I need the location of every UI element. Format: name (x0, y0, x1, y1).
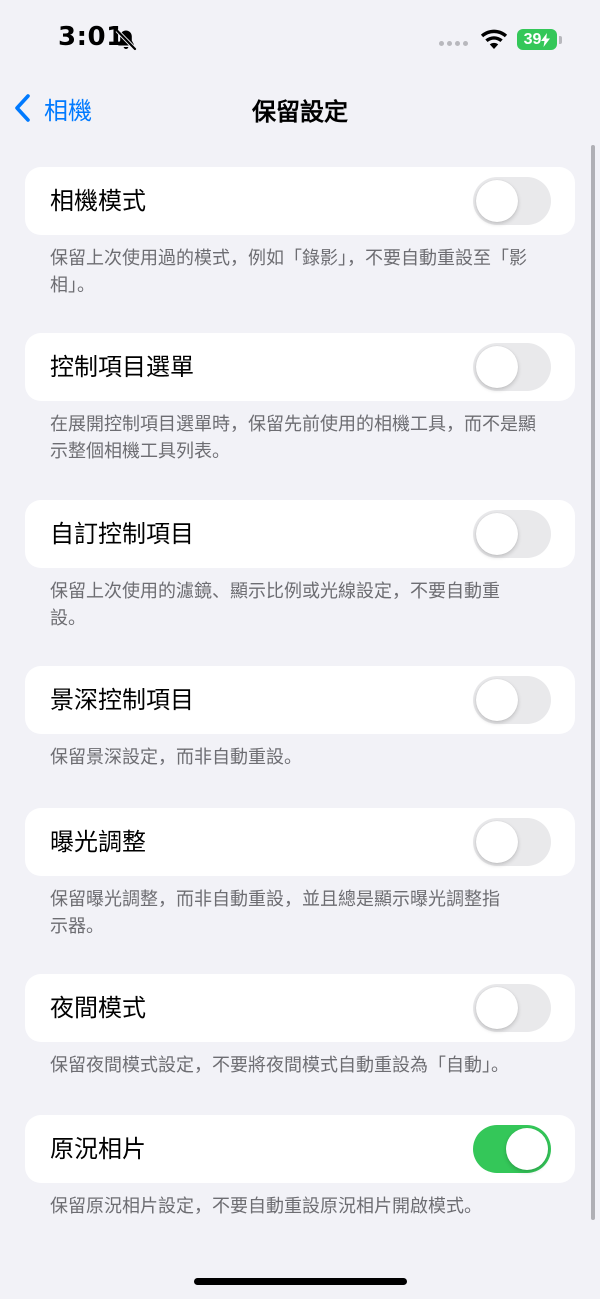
toggle-knob (506, 1128, 548, 1170)
setting-row-exposure-adjustment: 曝光調整 (25, 808, 575, 876)
setting-footer: 保留上次使用過的模式，例如「錄影」，不要自動重設至「影相」。 (50, 248, 527, 296)
setting-row-night-mode: 夜間模式 (25, 974, 575, 1042)
status-bar: 3:01 39 (0, 0, 600, 80)
setting-row-live-photo: 原況相片 (25, 1115, 575, 1183)
controls-menu-toggle[interactable] (473, 343, 551, 391)
setting-row-creative-controls: 自訂控制項目 (25, 500, 575, 568)
battery-tip (559, 36, 562, 44)
setting-group-exposure-adjustment: 曝光調整 保留曝光調整，而非自動重設，並且總是顯示曝光調整指示器。 (25, 808, 575, 940)
setting-group-camera-mode: 相機模式 保留上次使用過的模式，例如「錄影」，不要自動重設至「影相」。 (25, 167, 575, 299)
toggle-knob (476, 180, 518, 222)
live-photo-toggle[interactable] (473, 1125, 551, 1173)
setting-row-controls-menu: 控制項目選單 (25, 333, 575, 401)
toggle-knob (476, 821, 518, 863)
setting-row-camera-mode: 相機模式 (25, 167, 575, 235)
setting-group-depth-control: 景深控制項目 保留景深設定，而非自動重設。 (25, 666, 575, 771)
toggle-knob (476, 346, 518, 388)
setting-footer: 保留夜間模式設定，不要將夜間模式自動重設為「自動」。 (50, 1055, 509, 1076)
toggle-knob (476, 987, 518, 1029)
setting-label: 自訂控制項目 (50, 520, 194, 548)
toggle-knob (476, 513, 518, 555)
bell-slash-icon (115, 29, 137, 51)
creative-controls-toggle[interactable] (473, 510, 551, 558)
battery-level: 39 (523, 30, 542, 48)
toggle-knob (476, 679, 518, 721)
depth-control-toggle[interactable] (473, 676, 551, 724)
setting-footer: 保留上次使用的濾鏡、顯示比例或光線設定，不要自動重設。 (50, 581, 500, 629)
setting-group-creative-controls: 自訂控制項目 保留上次使用的濾鏡、顯示比例或光線設定，不要自動重設。 (25, 500, 575, 632)
battery-charging-icon: 39 (517, 29, 557, 50)
setting-footer: 保留曝光調整，而非自動重設，並且總是顯示曝光調整指示器。 (50, 889, 500, 937)
home-indicator[interactable] (194, 1278, 407, 1285)
wifi-icon (480, 29, 508, 49)
camera-mode-toggle[interactable] (473, 177, 551, 225)
setting-label: 相機模式 (50, 187, 146, 215)
setting-group-live-photo: 原況相片 保留原況相片設定，不要自動重設原況相片開啟模式。 (25, 1115, 575, 1220)
setting-label: 景深控制項目 (50, 686, 194, 714)
night-mode-toggle[interactable] (473, 984, 551, 1032)
scroll-indicator[interactable] (591, 145, 595, 1220)
exposure-adjustment-toggle[interactable] (473, 818, 551, 866)
setting-label: 夜間模式 (50, 994, 146, 1022)
page-title: 保留設定 (252, 98, 348, 126)
setting-group-night-mode: 夜間模式 保留夜間模式設定，不要將夜間模式自動重設為「自動」。 (25, 974, 575, 1079)
setting-label: 原況相片 (50, 1135, 146, 1163)
bolt-icon (541, 32, 551, 47)
setting-footer: 保留景深設定，而非自動重設。 (50, 747, 302, 768)
setting-row-depth-control: 景深控制項目 (25, 666, 575, 734)
setting-footer: 保留原況相片設定，不要自動重設原況相片開啟模式。 (50, 1196, 482, 1217)
setting-label: 曝光調整 (50, 828, 146, 856)
signal-dots-icon (439, 41, 468, 46)
setting-footer: 在展開控制項目選單時，保留先前使用的相機工具，而不是顯示整個相機工具列表。 (50, 414, 536, 462)
setting-label: 控制項目選單 (50, 353, 194, 381)
setting-group-controls-menu: 控制項目選單 在展開控制項目選單時，保留先前使用的相機工具，而不是顯示整個相機工… (25, 333, 575, 465)
navigation-bar: 相機 保留設定 (0, 80, 600, 136)
